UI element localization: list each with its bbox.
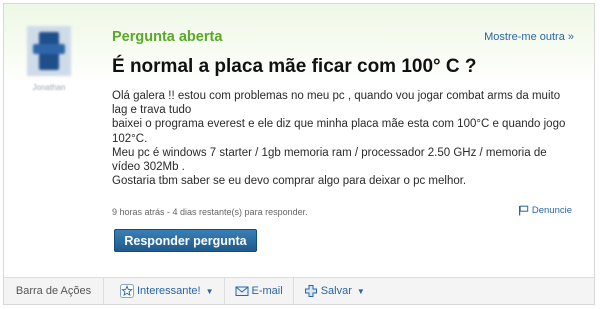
star-icon — [120, 284, 134, 298]
avatar[interactable] — [27, 26, 71, 76]
question-meta: 9 horas atrás - 4 dias restante(s) para … — [112, 207, 308, 217]
user-name[interactable]: Jonathan — [19, 83, 79, 92]
body-line: Gostaria tbm saber se eu devo comprar al… — [112, 175, 467, 188]
question-panel: Jonathan Pergunta aberta Mostre-me outra… — [3, 3, 595, 305]
report-label: Denuncie — [531, 205, 572, 216]
show-another-link[interactable]: Mostre-me outra » — [484, 31, 574, 43]
email-label: E-mail — [251, 285, 283, 297]
interesting-label: Interessante! — [137, 285, 201, 297]
user-card[interactable]: Jonathan — [19, 26, 79, 92]
interesting-button[interactable]: Interessante! ▼ — [104, 278, 225, 304]
envelope-icon — [235, 286, 249, 296]
answer-question-button[interactable]: Responder pergunta — [114, 229, 257, 252]
chevron-down-icon: ▼ — [205, 286, 214, 296]
save-button[interactable]: Salvar ▼ — [294, 278, 375, 304]
flag-icon — [518, 205, 529, 216]
email-button[interactable]: E-mail — [225, 278, 294, 304]
chevron-down-icon: ▼ — [356, 286, 365, 296]
report-link[interactable]: Denuncie — [518, 205, 572, 216]
body-line: Meu pc é windows 7 starter / 1gb memoria… — [112, 146, 547, 174]
plus-icon — [304, 285, 317, 297]
question-status: Pergunta aberta — [112, 29, 223, 45]
action-bar-label: Barra de Ações — [4, 278, 104, 304]
question-title: É normal a placa mãe ficar com 100° C ? — [112, 56, 477, 77]
save-label: Salvar — [320, 285, 352, 297]
question-body: Olá galera !! estou com problemas no meu… — [112, 89, 574, 188]
body-line: Olá galera !! estou com problemas no meu… — [112, 90, 561, 117]
body-line: baixei o programa everest e ele diz que … — [112, 118, 566, 145]
action-bar: Barra de Ações Interessante! ▼ E-mail Sa… — [4, 277, 594, 304]
